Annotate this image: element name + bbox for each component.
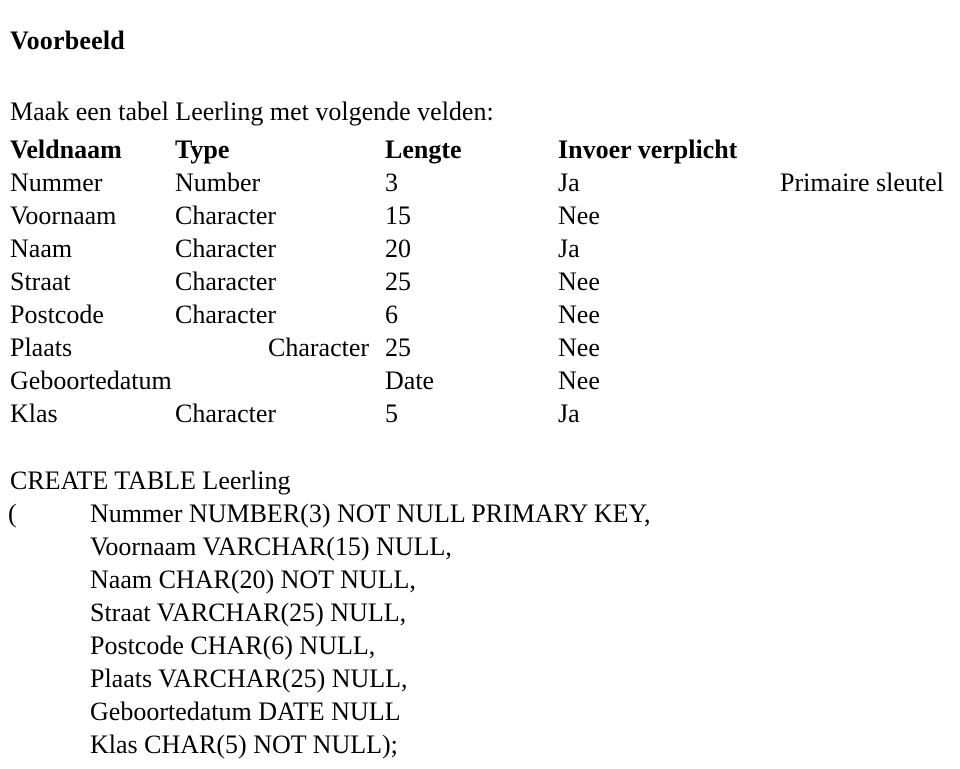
table-row: Postcode Character 6 Nee [0,298,960,331]
table-row: Naam Character 20 Ja [0,232,960,265]
table-row: Plaats Character 25 Nee [0,331,960,364]
cell-type: Number [175,168,261,197]
sql-column-geboortedatum: Geboortedatum DATE NULL [90,697,401,726]
intro-instruction: Maak een tabel Leerling met volgende vel… [10,97,494,126]
table-row: Geboortedatum Date Nee [0,364,960,397]
sql-create-table-clause: CREATE TABLE Leerling [10,466,291,495]
cell-type: Character [268,333,370,362]
column-header-invoer-verplicht: Invoer verplicht [558,135,738,164]
table-row: Straat Character 25 Nee [0,265,960,298]
cell-invoer-verplicht: Ja [558,399,580,428]
page-title: Voorbeeld [10,26,125,56]
cell-invoer-verplicht: Ja [558,168,580,197]
cell-veldnaam: Straat [10,267,71,296]
sql-open-paren: ( [8,499,17,528]
sql-column-klas: Klas CHAR(5) NOT NULL); [90,730,398,759]
cell-invoer-verplicht: Nee [558,333,600,362]
cell-veldnaam: Postcode [10,300,104,329]
cell-lengte: 3 [385,168,398,197]
sql-column-voornaam: Voornaam VARCHAR(15) NULL, [90,532,452,561]
cell-type: Character [175,201,277,230]
cell-lengte: 15 [385,201,411,230]
sql-line-column-definition: Plaats VARCHAR(25) NULL, [0,662,960,695]
sql-column-nummer: Nummer NUMBER(3) NOT NULL PRIMARY KEY, [90,499,651,528]
cell-veldnaam: Naam [10,234,73,263]
cell-type: Character [175,399,277,428]
sql-line-column-definition: Postcode CHAR(6) NULL, [0,629,960,662]
table-row: Klas Character 5 Ja [0,397,960,430]
sql-line-column-definition: Klas CHAR(5) NOT NULL); [0,728,960,761]
cell-invoer-verplicht: Nee [558,267,600,296]
table-row: Nummer Number 3 Ja Primaire sleutel [0,166,960,199]
sql-line-create: CREATE TABLE Leerling [0,464,960,497]
cell-type: Character [175,234,277,263]
field-spec-table: Veldnaam Type Lengte Invoer verplicht Nu… [0,133,960,430]
cell-veldnaam: Plaats [10,333,73,362]
column-header-veldnaam: Veldnaam [10,135,122,164]
cell-invoer-verplicht: Nee [558,366,600,395]
cell-lengte: 5 [385,399,398,428]
column-header-lengte: Lengte [385,135,462,164]
sql-column-straat: Straat VARCHAR(25) NULL, [90,598,407,627]
cell-veldnaam: Klas [10,399,58,428]
cell-veldnaam: Nummer [10,168,103,197]
cell-lengte: 25 [385,267,411,296]
table-row: Voornaam Character 15 Nee [0,199,960,232]
sql-column-plaats: Plaats VARCHAR(25) NULL, [90,664,408,693]
cell-invoer-verplicht: Nee [558,300,600,329]
sql-line-column-definition: ( Nummer NUMBER(3) NOT NULL PRIMARY KEY, [0,497,960,530]
cell-invoer-verplicht: Nee [558,201,600,230]
cell-lengte: 25 [385,333,411,362]
column-header-type: Type [175,135,230,164]
sql-column-naam: Naam CHAR(20) NOT NULL, [90,565,416,594]
cell-type: Character [175,300,277,329]
cell-lengte: 20 [385,234,411,263]
sql-line-column-definition: Straat VARCHAR(25) NULL, [0,596,960,629]
sql-column-postcode: Postcode CHAR(6) NULL, [90,631,376,660]
cell-veldnaam: Voornaam [10,201,117,230]
sql-line-column-definition: Naam CHAR(20) NOT NULL, [0,563,960,596]
cell-type: Date [385,366,435,395]
sql-line-column-definition: Geboortedatum DATE NULL [0,695,960,728]
cell-lengte: 6 [385,300,398,329]
cell-veldnaam: Geboortedatum [10,366,172,395]
cell-note: Primaire sleutel [780,168,944,197]
sql-statement-block: CREATE TABLE Leerling ( Nummer NUMBER(3)… [0,464,960,761]
sql-line-column-definition: Voornaam VARCHAR(15) NULL, [0,530,960,563]
cell-type: Character [175,267,277,296]
document-page: Voorbeeld Maak een tabel Leerling met vo… [0,0,960,769]
cell-invoer-verplicht: Ja [558,234,580,263]
table-header-row: Veldnaam Type Lengte Invoer verplicht [0,133,960,166]
